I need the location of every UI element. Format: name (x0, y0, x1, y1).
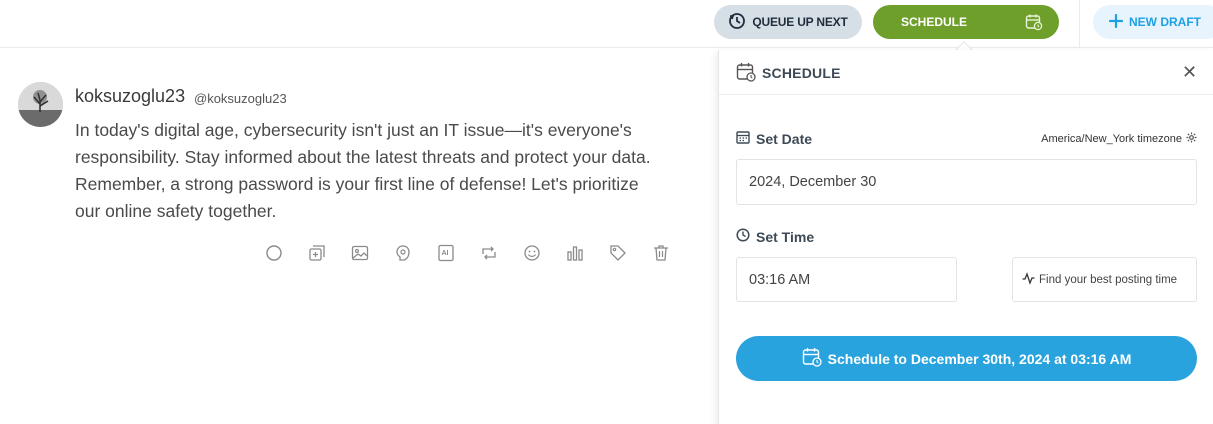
set-time-text: Set Time (756, 228, 815, 245)
tweet-display-name[interactable]: koksuzoglu23 (75, 86, 185, 107)
tag-icon[interactable] (596, 242, 639, 264)
set-date-label: Set Date (736, 130, 812, 147)
top-toolbar: QUEUE UP NEXT SCHEDULE NEW DRAFT (0, 0, 1213, 48)
time-input-value: 03:16 AM (749, 271, 811, 288)
timezone-setting[interactable]: America/New_York timezone (1041, 132, 1197, 146)
date-input[interactable]: 2024, December 30 (736, 159, 1197, 205)
tweet-action-bar: AI (252, 242, 682, 264)
calendar-clock-icon (802, 347, 822, 370)
timezone-text: America/New_York timezone (1041, 133, 1182, 145)
circle-progress-icon[interactable] (252, 242, 295, 264)
trash-icon[interactable] (639, 242, 682, 264)
image-icon[interactable] (338, 242, 381, 264)
new-draft-label: NEW DRAFT (1129, 15, 1201, 29)
tweet-handle: @koksuzoglu23 (194, 91, 287, 106)
close-icon[interactable]: ✕ (1182, 63, 1197, 81)
add-thread-icon[interactable] (295, 242, 338, 264)
calendar-clock-icon (1025, 13, 1043, 34)
ai-icon[interactable]: AI (424, 242, 467, 264)
tweet-text[interactable]: In today's digital age, cybersecurity is… (75, 117, 655, 225)
schedule-confirm-label: Schedule to December 30th, 2024 at 03:16… (827, 350, 1132, 367)
schedule-button[interactable]: SCHEDULE (873, 5, 1059, 39)
queue-clock-icon (728, 12, 746, 33)
schedule-panel-header: SCHEDULE ✕ (719, 50, 1213, 95)
plus-icon (1108, 13, 1124, 31)
queue-up-next-label: QUEUE UP NEXT (752, 15, 848, 29)
find-best-time-button[interactable]: Find your best posting time (1012, 257, 1197, 302)
calendar-icon (736, 62, 756, 87)
schedule-panel: SCHEDULE ✕ Set Date America/New_York tim… (718, 50, 1213, 424)
pulse-icon (1022, 271, 1035, 288)
date-calendar-icon (736, 130, 750, 147)
avatar[interactable] (18, 82, 63, 127)
time-input[interactable]: 03:16 AM (736, 257, 957, 302)
schedule-confirm-button[interactable]: Schedule to December 30th, 2024 at 03:16… (736, 336, 1197, 381)
set-date-text: Set Date (756, 130, 813, 147)
gear-icon[interactable] (1186, 132, 1197, 146)
clock-icon (736, 228, 750, 245)
emoji-icon[interactable] (510, 242, 553, 264)
find-best-time-label: Find your best posting time (1039, 273, 1178, 286)
retweet-icon[interactable] (467, 242, 510, 264)
gif-icon[interactable] (381, 242, 424, 264)
date-input-value: 2024, December 30 (749, 174, 877, 190)
queue-up-next-button[interactable]: QUEUE UP NEXT (714, 5, 862, 39)
new-draft-button[interactable]: NEW DRAFT (1093, 5, 1213, 39)
toolbar-divider (1079, 0, 1080, 48)
svg-text:AI: AI (441, 250, 448, 257)
schedule-button-label: SCHEDULE (901, 15, 968, 29)
set-time-label: Set Time (736, 228, 814, 245)
analytics-icon[interactable] (553, 242, 596, 264)
schedule-panel-title: SCHEDULE (762, 65, 841, 81)
